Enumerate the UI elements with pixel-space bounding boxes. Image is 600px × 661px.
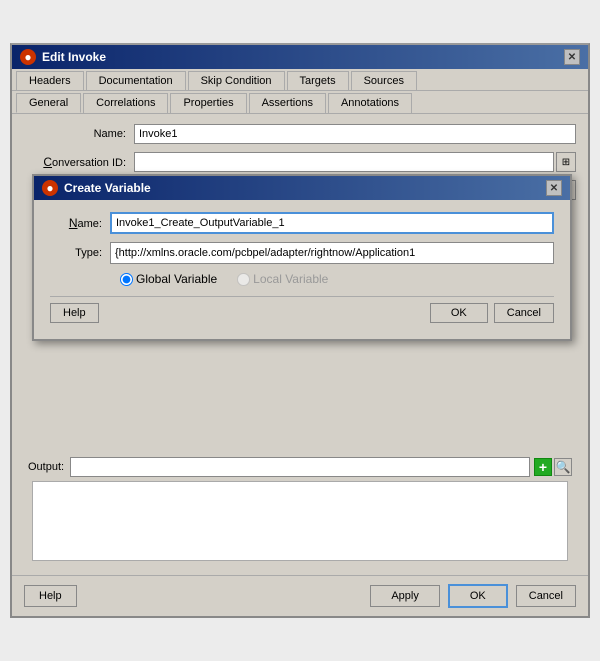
apply-button[interactable]: Apply	[370, 585, 440, 607]
output-input[interactable]	[70, 457, 530, 477]
global-var-label: Global Variable	[136, 272, 217, 286]
name-field-row: Name:	[24, 124, 576, 144]
cancel-button[interactable]: Cancel	[516, 585, 576, 607]
sub-type-input[interactable]	[110, 242, 554, 264]
create-variable-dialog: ● Create Variable ✕ Name: Type:	[32, 174, 572, 341]
tab-annotations[interactable]: Annotations	[328, 93, 412, 113]
tab-skip-condition[interactable]: Skip Condition	[188, 71, 285, 90]
help-button[interactable]: Help	[24, 585, 77, 607]
tab-row-1: Headers Documentation Skip Condition Tar…	[12, 69, 588, 91]
ok-button[interactable]: OK	[448, 584, 508, 608]
radio-row: Global Variable Local Variable	[120, 272, 554, 286]
global-var-radio[interactable]	[120, 273, 133, 286]
tab-documentation[interactable]: Documentation	[86, 71, 186, 90]
search-icon: 🔍	[556, 460, 571, 474]
sub-name-label: Name:	[50, 216, 110, 230]
conv-id-icon: ⊞	[562, 157, 570, 168]
conv-id-label: Conversation ID:	[24, 155, 134, 169]
main-dialog-title: Edit Invoke	[42, 50, 106, 64]
output-row: Output: + 🔍	[24, 457, 576, 477]
sub-type-row: Type:	[50, 242, 554, 264]
sub-dialog-title: Create Variable	[64, 181, 151, 195]
search-output-button[interactable]: 🔍	[554, 458, 572, 476]
tab-assertions[interactable]: Assertions	[249, 93, 326, 113]
sub-content: Name: Type: Global Variable	[34, 200, 570, 339]
tab-properties[interactable]: Properties	[170, 93, 246, 113]
sub-title-bar: ● Create Variable ✕	[34, 176, 570, 200]
tab-headers[interactable]: Headers	[16, 71, 84, 90]
global-var-radio-label[interactable]: Global Variable	[120, 272, 217, 286]
local-var-radio-label[interactable]: Local Variable	[237, 272, 328, 286]
bottom-bar: Help Apply OK Cancel	[12, 575, 588, 616]
local-var-label: Local Variable	[253, 272, 328, 286]
main-dialog: ● Edit Invoke ✕ Headers Documentation Sk…	[10, 43, 590, 618]
add-output-button[interactable]: +	[534, 458, 552, 476]
output-label: Output:	[28, 461, 64, 473]
sub-type-label: Type:	[50, 247, 110, 259]
local-var-radio[interactable]	[237, 273, 250, 286]
tab-correlations[interactable]: Correlations	[83, 93, 168, 113]
conv-id-field-row: Conversation ID: ⊞	[24, 152, 576, 172]
oracle-icon: ●	[20, 49, 36, 65]
sub-name-input[interactable]	[110, 212, 554, 234]
sub-oracle-icon: ●	[42, 180, 58, 196]
tab-targets[interactable]: Targets	[287, 71, 349, 90]
main-title-bar: ● Edit Invoke ✕	[12, 45, 588, 69]
sub-ok-button[interactable]: OK	[430, 303, 488, 323]
tab-general[interactable]: General	[16, 93, 81, 113]
name-label: Name:	[24, 128, 134, 140]
sub-close-button[interactable]: ✕	[546, 180, 562, 196]
sub-button-row: Help OK Cancel	[50, 296, 554, 327]
sub-dialog-overlay: ● Create Variable ✕ Name: Type:	[32, 174, 588, 341]
output-text-area	[32, 481, 568, 561]
main-content: Name: Conversation ID: ⊞ Detail Label: I…	[12, 114, 588, 575]
main-close-button[interactable]: ✕	[564, 49, 580, 65]
conv-id-input[interactable]	[134, 152, 554, 172]
tab-row-2: General Correlations Properties Assertio…	[12, 91, 588, 114]
tab-sources[interactable]: Sources	[351, 71, 417, 90]
sub-cancel-button[interactable]: Cancel	[494, 303, 554, 323]
conv-id-button[interactable]: ⊞	[556, 152, 576, 172]
sub-name-row: Name:	[50, 212, 554, 234]
name-input[interactable]	[134, 124, 576, 144]
output-section: Output: + 🔍	[24, 457, 576, 561]
sub-help-button[interactable]: Help	[50, 303, 99, 323]
